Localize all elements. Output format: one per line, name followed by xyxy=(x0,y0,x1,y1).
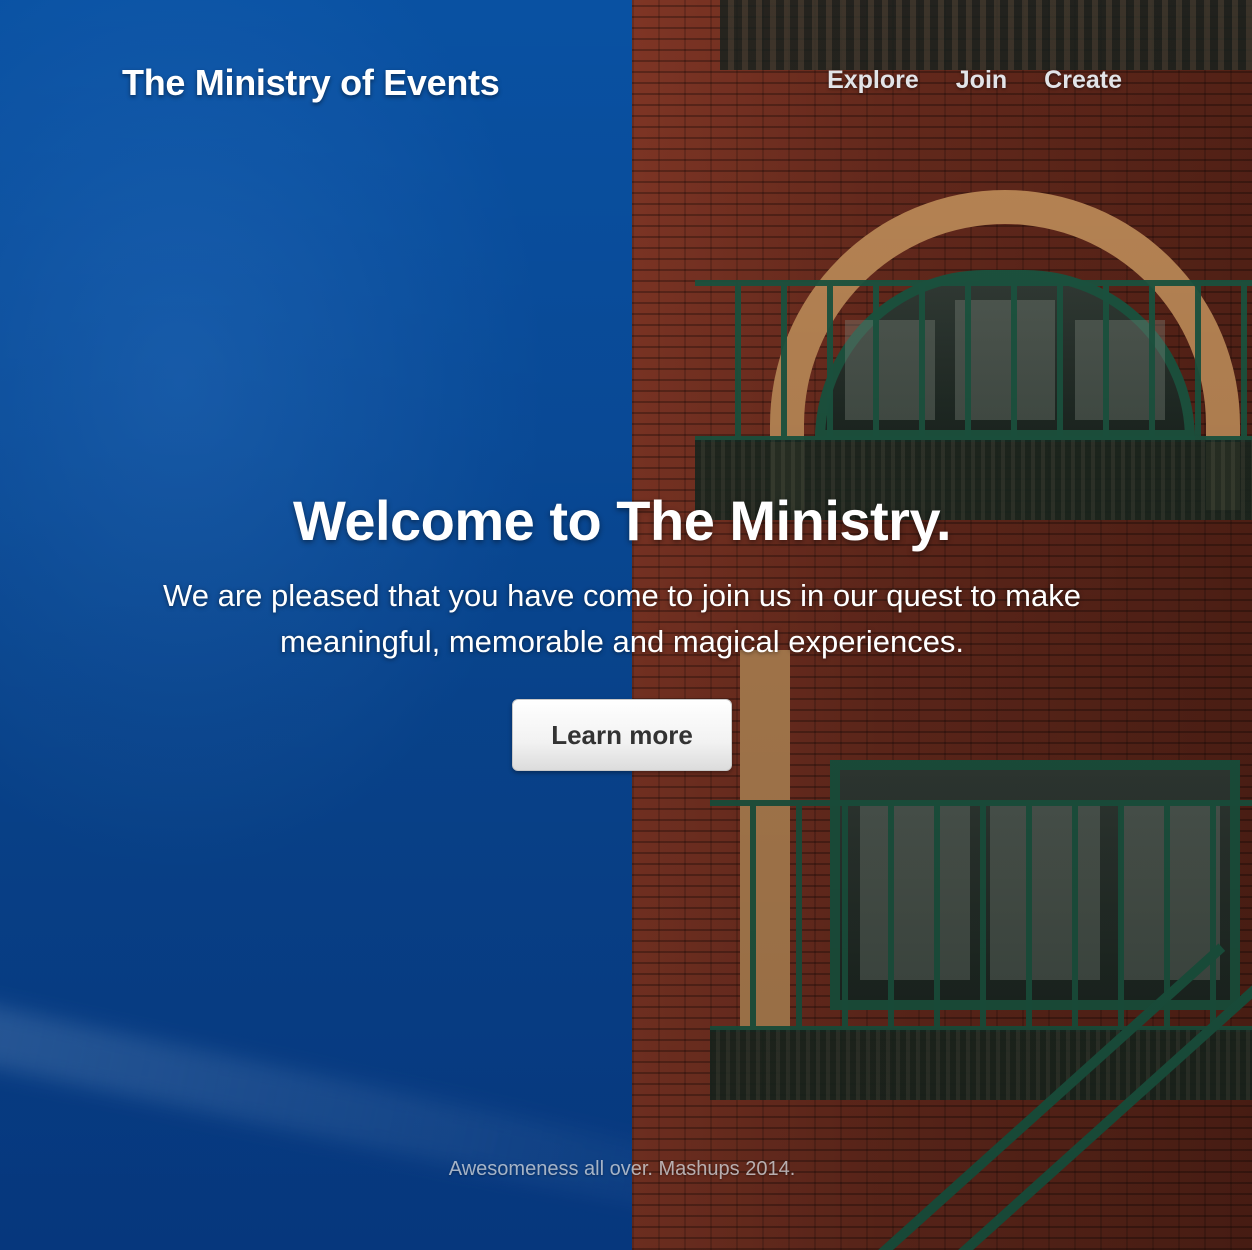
site-brand[interactable]: The Ministry of Events xyxy=(122,62,500,104)
nav-link-explore[interactable]: Explore xyxy=(827,66,919,95)
learn-more-button[interactable]: Learn more xyxy=(512,699,732,771)
nav-link-join[interactable]: Join xyxy=(956,66,1007,95)
main-nav: Explore Join Create xyxy=(827,66,1122,95)
hero-title: Welcome to The Ministry. xyxy=(292,489,952,552)
landing-page: The Ministry of Events Explore Join Crea… xyxy=(0,0,1252,1250)
nav-link-create[interactable]: Create xyxy=(1044,66,1122,95)
footer-text: Awesomeness all over. Mashups 2014. xyxy=(448,1158,796,1180)
hero-section: Welcome to The Ministry. We are pleased … xyxy=(0,488,1244,771)
hero-subtitle: We are pleased that you have come to joi… xyxy=(163,578,1081,659)
